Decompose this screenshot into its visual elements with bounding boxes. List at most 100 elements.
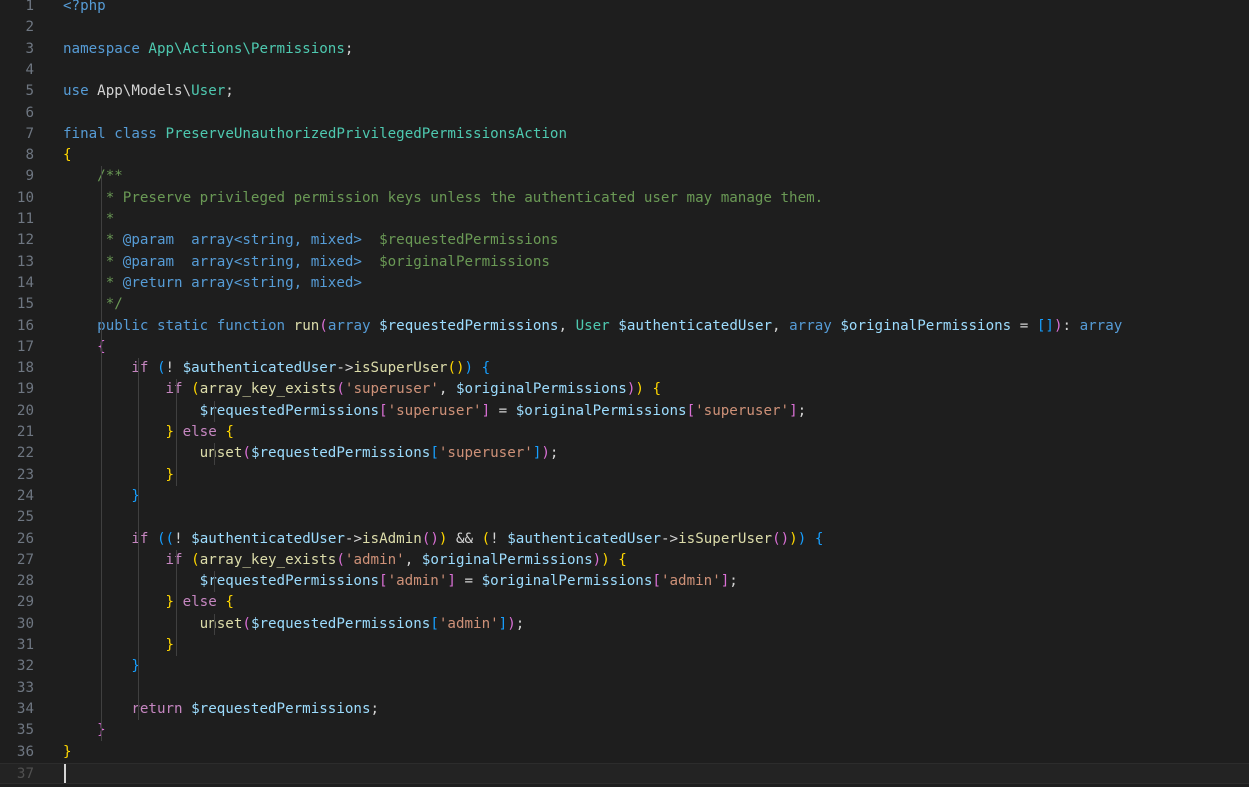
line-number: 11 (16, 211, 34, 227)
code-line[interactable]: 36} (0, 742, 1249, 763)
code-line[interactable]: 6 (0, 103, 1249, 124)
code-line[interactable]: 9 /** (0, 166, 1249, 187)
text-cursor (64, 763, 66, 783)
code-line[interactable]: 28 $requestedPermissions['admin'] = $ori… (0, 571, 1249, 592)
code-token: array<string, mixed> (191, 232, 362, 249)
code-token: ] (447, 573, 456, 590)
code-text: } (63, 742, 72, 763)
code-line[interactable]: 11 * (0, 209, 1249, 230)
code-line[interactable]: 31 } (0, 635, 1249, 656)
line-number: 32 (16, 658, 34, 675)
code-line[interactable]: 32 } (0, 656, 1249, 677)
line-number: 13 (16, 253, 34, 270)
code-token: ; (515, 615, 525, 632)
code-line[interactable]: 25 (0, 507, 1249, 528)
code-token: () (772, 530, 790, 547)
code-text: $requestedPermissions['superuser'] = $or… (63, 401, 807, 422)
code-line[interactable]: 26 if ((! $authenticatedUser->isAdmin())… (0, 529, 1249, 550)
code-token: : (1062, 317, 1080, 334)
code-token: $originalPermissions (840, 317, 1012, 334)
indent-guide (100, 166, 102, 742)
code-token: ( (336, 551, 345, 568)
line-number: 21 (16, 424, 34, 440)
line-number: 14 (16, 274, 34, 291)
code-line[interactable]: 30 unset($requestedPermissions['admin'])… (0, 614, 1249, 635)
code-token: } (165, 466, 175, 483)
code-token: [ (430, 615, 439, 632)
code-line[interactable]: 8{ (0, 145, 1249, 166)
code-line[interactable]: 3 namespace App\Actions\Permissions; (0, 39, 1249, 60)
code-text: unset($requestedPermissions['superuser']… (63, 443, 559, 464)
code-text: $requestedPermissions['admin'] = $origin… (63, 571, 738, 592)
code-line[interactable]: 34 return $requestedPermissions; (0, 699, 1249, 720)
code-token: ( (481, 530, 491, 547)
code-line[interactable]: 5 use App\Models\User; (0, 81, 1249, 102)
code-line[interactable]: 7 final class PreserveUnauthorizedPrivile… (0, 124, 1249, 145)
code-line[interactable]: 22 unset($requestedPermissions['superuse… (0, 443, 1249, 464)
code-line[interactable]: 35 } (0, 720, 1249, 741)
code-line[interactable]: 33 (0, 678, 1249, 699)
code-line[interactable]: 37 (0, 762, 1249, 785)
code-line[interactable]: 10 * Preserve privileged permission keys… (0, 188, 1249, 209)
code-line[interactable]: 24 } (0, 486, 1249, 507)
line-number: 34 (16, 700, 34, 717)
code-token: PreserveUnauthorizedPrivilegedPermission… (165, 125, 567, 142)
line-number: 2 (25, 19, 34, 36)
code-token: $originalPermissions (481, 573, 653, 590)
code-line[interactable]: 16 public static function run(array $req… (0, 316, 1249, 337)
code-text: namespace App\Actions\Permissions; (63, 39, 353, 60)
code-line[interactable]: 20 $requestedPermissions['superuser'] = … (0, 401, 1249, 422)
code-token: 'admin' (387, 573, 448, 590)
code-line[interactable]: 1 <?php (0, 0, 1249, 17)
code-line[interactable]: 18 if (! $authenticatedUser->isSuperUser… (0, 358, 1249, 379)
code-token: ) (1053, 317, 1063, 334)
indent-guide (213, 613, 215, 635)
code-line[interactable]: 14 * @return array<string, mixed> (0, 273, 1249, 294)
code-token: namespace (63, 40, 140, 57)
code-text: * @param array<string, mixed> $requested… (63, 230, 559, 251)
code-line[interactable]: 19 if (array_key_exists('superuser', $or… (0, 379, 1249, 400)
line-number: 25 (16, 509, 34, 526)
code-text: { (63, 337, 106, 358)
code-line[interactable]: 13 * @param array<string, mixed> $origin… (0, 252, 1249, 273)
code-line[interactable]: 29 } else { (0, 592, 1249, 613)
code-line[interactable]: 12 * @param array<string, mixed> $reques… (0, 230, 1249, 251)
code-editor[interactable]: 1 <?php 2 3 namespace App\Actions\Permission… (0, 0, 1249, 787)
code-token: (( (156, 530, 175, 547)
code-text: if ((! $authenticatedUser->isAdmin()) &&… (63, 529, 823, 550)
line-number: 35 (16, 722, 34, 739)
code-token: ; (344, 40, 354, 57)
line-number: 30 (16, 615, 34, 632)
code-token: User (191, 83, 226, 100)
code-text: } (63, 635, 175, 656)
code-line[interactable]: 4 (0, 60, 1249, 81)
code-token: ; (225, 83, 234, 100)
line-number: 33 (16, 679, 34, 696)
code-line[interactable]: 2 (0, 17, 1249, 38)
code-token: { (814, 530, 824, 547)
code-line[interactable]: 17 { (0, 337, 1249, 358)
code-text: if (array_key_exists('superuser', $origi… (63, 379, 662, 400)
line-number: 3 (25, 40, 34, 57)
code-line[interactable]: 15 */ (0, 294, 1249, 315)
code-line[interactable]: 21 } else { (0, 422, 1249, 443)
code-token: else (182, 424, 217, 440)
code-line[interactable]: 27 if (array_key_exists('admin', $origin… (0, 550, 1249, 571)
code-token: ) (541, 445, 550, 462)
code-text: if (array_key_exists('admin', $originalP… (63, 550, 627, 571)
code-token: [ (652, 573, 661, 590)
code-token: $authenticatedUser (191, 530, 345, 547)
code-token: array<string, mixed> (191, 274, 362, 291)
code-line[interactable]: 23 } (0, 465, 1249, 486)
